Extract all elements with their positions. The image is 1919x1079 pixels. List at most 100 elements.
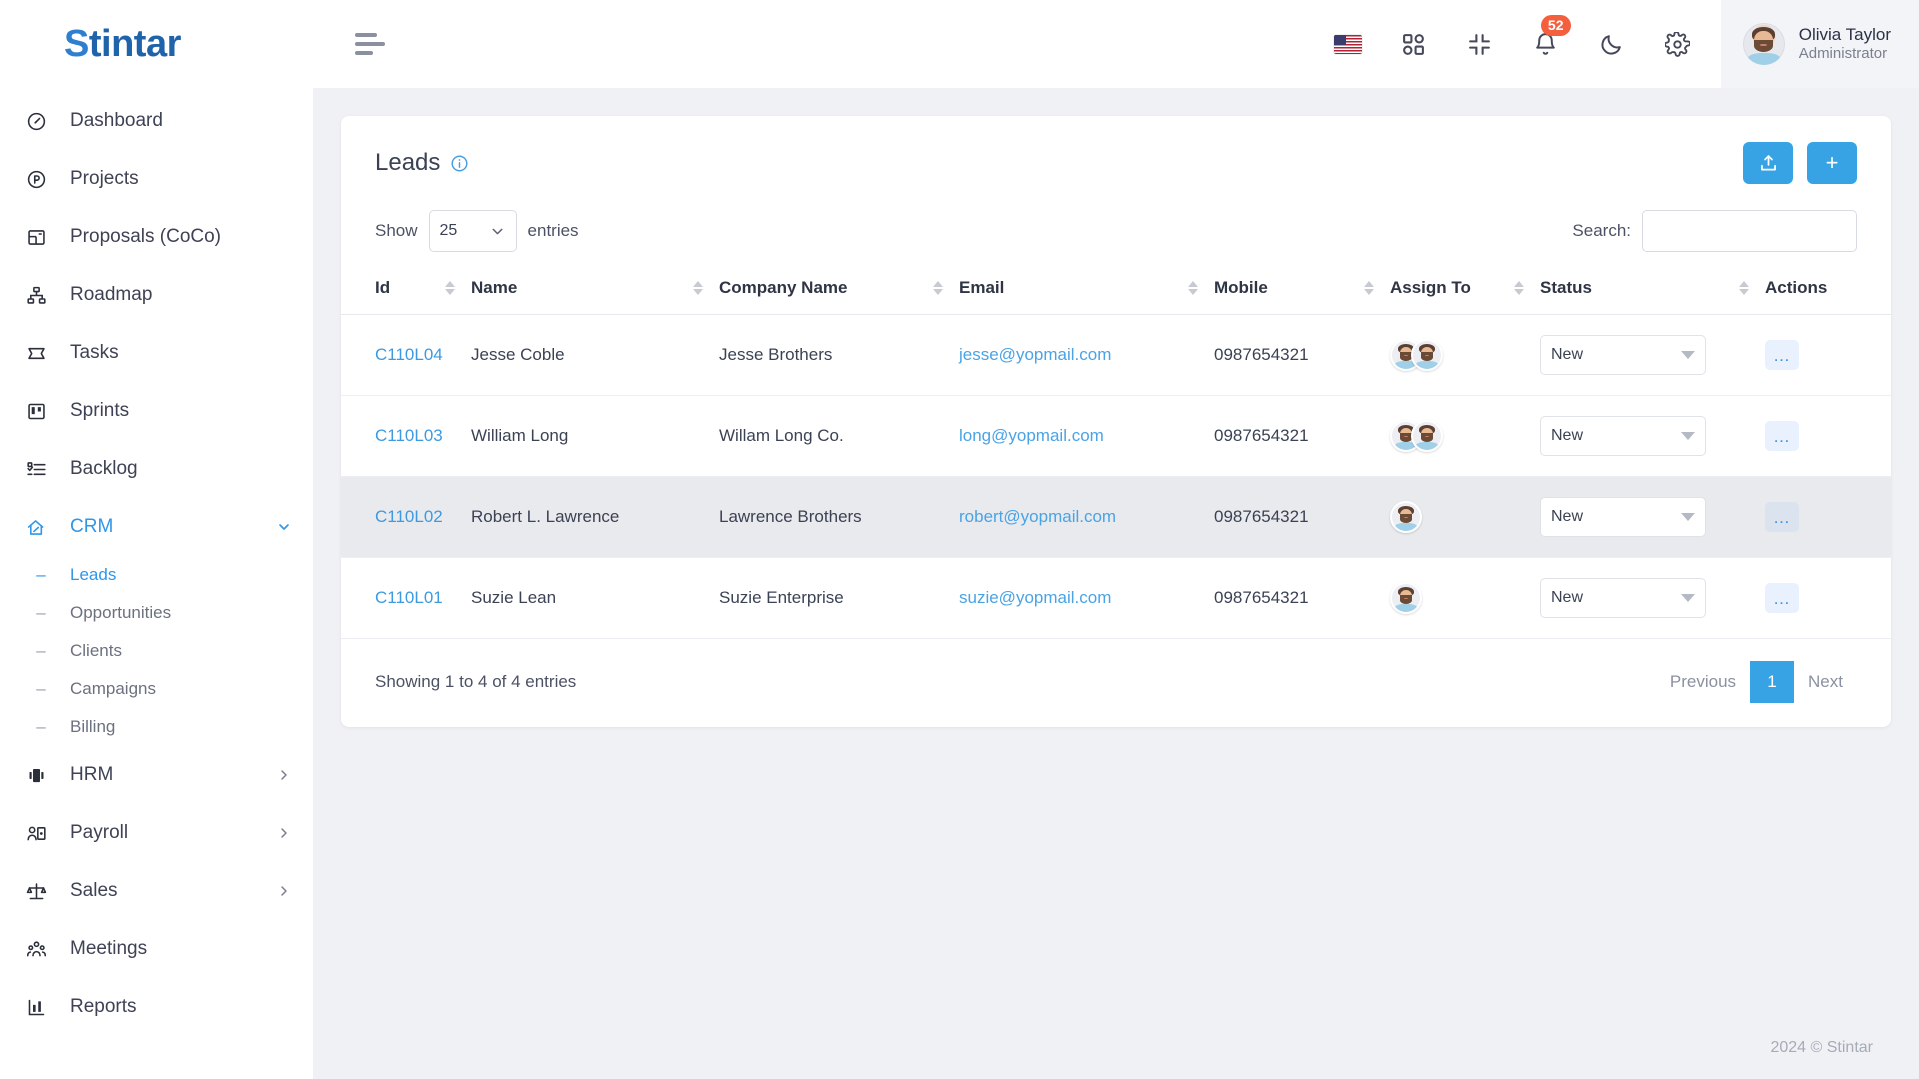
lead-id-link[interactable]: C110L01 — [375, 588, 443, 607]
sidebar-item-sprints[interactable]: Sprints — [0, 382, 313, 440]
search-input[interactable] — [1642, 210, 1857, 252]
sidebar-subitem-clients[interactable]: – Clients — [0, 632, 313, 670]
sidebar-item-hrm[interactable]: HRM — [0, 746, 313, 804]
table-row[interactable]: C110L02 Robert L. Lawrence Lawrence Brot… — [341, 476, 1891, 558]
sidebar-item-meetings[interactable]: Meetings — [0, 920, 313, 978]
hamburger-menu-icon[interactable] — [355, 31, 389, 57]
import-upload-button[interactable] — [1743, 142, 1793, 184]
email-link[interactable]: suzie@yopmail.com — [959, 588, 1111, 607]
top-header-icons: 52 — [1333, 15, 1721, 59]
user-profile-menu[interactable]: Olivia Taylor Administrator — [1720, 0, 1919, 88]
sidebar-subitem-leads[interactable]: – Leads — [0, 556, 313, 594]
dark-mode-moon-icon[interactable] — [1597, 29, 1627, 59]
table-body: C110L04 Jesse Coble Jesse Brothers jesse… — [341, 314, 1891, 639]
lead-id-link[interactable]: C110L04 — [375, 345, 443, 364]
sprints-board-icon — [26, 399, 56, 423]
add-lead-button[interactable]: + — [1807, 142, 1857, 184]
sidebar-item-crm[interactable]: CRM — [0, 498, 313, 556]
chevron-down-icon — [1681, 594, 1695, 602]
sidebar-item-projects[interactable]: Projects — [0, 150, 313, 208]
sort-icon — [933, 281, 943, 295]
email-link[interactable]: long@yopmail.com — [959, 426, 1104, 445]
cell-actions: … — [1765, 395, 1891, 477]
user-name: Olivia Taylor — [1798, 25, 1891, 44]
assignee-avatars[interactable] — [1390, 501, 1540, 533]
cell-assign-to — [1390, 557, 1540, 639]
cell-actions: … — [1765, 314, 1891, 396]
row-actions-button[interactable]: … — [1765, 583, 1799, 613]
column-header-mobile[interactable]: Mobile — [1214, 262, 1390, 315]
us-flag-glyph — [1333, 34, 1362, 54]
status-value: New — [1551, 346, 1584, 363]
sidebar-item-roadmap[interactable]: Roadmap — [0, 266, 313, 324]
row-actions-button[interactable]: … — [1765, 421, 1799, 451]
pagination-next[interactable]: Next — [1794, 661, 1857, 703]
cell-actions: … — [1765, 476, 1891, 558]
lead-id-link[interactable]: C110L03 — [375, 426, 443, 445]
sidebar-subitem-campaigns[interactable]: – Campaigns — [0, 670, 313, 708]
assignee-avatars[interactable] — [1390, 420, 1540, 452]
email-link[interactable]: jesse@yopmail.com — [959, 345, 1111, 364]
sidebar-item-tasks[interactable]: Tasks — [0, 324, 313, 382]
column-header-assign-to[interactable]: Assign To — [1390, 262, 1540, 315]
sidebar-item-sales[interactable]: Sales — [0, 862, 313, 920]
sidebar-item-proposals[interactable]: Proposals (CoCo) — [0, 208, 313, 266]
email-link[interactable]: robert@yopmail.com — [959, 507, 1116, 526]
sidebar-item-payroll[interactable]: Payroll — [0, 804, 313, 862]
column-header-status[interactable]: Status — [1540, 262, 1765, 315]
status-select[interactable]: New — [1540, 497, 1706, 537]
hamburger-line — [355, 33, 377, 37]
entries-selector: Show 25 entries — [375, 210, 579, 252]
notification-bell-icon[interactable]: 52 — [1531, 15, 1571, 59]
sidebar-item-label: Projects — [70, 168, 139, 189]
status-select[interactable]: New — [1540, 335, 1706, 375]
sidebar-item-label: Backlog — [70, 458, 138, 479]
row-actions-button[interactable]: … — [1765, 340, 1799, 370]
table-row[interactable]: C110L04 Jesse Coble Jesse Brothers jesse… — [341, 314, 1891, 396]
language-flag-us-icon[interactable] — [1333, 29, 1363, 59]
top-header: 52 Olivia Taylor Administrator — [313, 0, 1919, 88]
column-label: Actions — [1765, 278, 1828, 297]
copyright-text: 2024 © Stintar — [1770, 1039, 1873, 1056]
sidebar-item-reports[interactable]: Reports — [0, 978, 313, 1036]
dash-icon: – — [36, 679, 46, 698]
assignee-avatars[interactable] — [1390, 582, 1540, 614]
column-header-email[interactable]: Email — [959, 262, 1214, 315]
column-header-id[interactable]: Id — [341, 262, 471, 315]
avatar — [1742, 23, 1785, 65]
sidebar-item-dashboard[interactable]: Dashboard — [0, 92, 313, 150]
row-actions-button[interactable]: … — [1765, 502, 1799, 532]
lead-id-link[interactable]: C110L02 — [375, 507, 443, 526]
card-header: Leads + — [341, 116, 1891, 194]
sidebar-item-label: Reports — [70, 996, 137, 1017]
pagination-previous[interactable]: Previous — [1656, 661, 1750, 703]
avatar-face — [1743, 23, 1785, 65]
brand-logo[interactable]: Stintar — [0, 0, 313, 88]
status-value: New — [1551, 589, 1584, 606]
assignee-avatars[interactable] — [1390, 339, 1540, 371]
backlog-list-icon — [26, 457, 56, 481]
sales-scale-icon — [26, 879, 56, 903]
sidebar-subitem-billing[interactable]: – Billing — [0, 708, 313, 746]
apps-grid-icon[interactable] — [1399, 29, 1429, 59]
column-header-company[interactable]: Company Name — [719, 262, 959, 315]
settings-gear-icon[interactable] — [1663, 29, 1693, 59]
table-row[interactable]: C110L01 Suzie Lean Suzie Enterprise suzi… — [341, 557, 1891, 639]
chevron-right-icon — [269, 883, 299, 899]
chevron-right-icon — [269, 825, 299, 841]
info-icon[interactable] — [450, 154, 469, 173]
table-row[interactable]: C110L03 William Long Willam Long Co. lon… — [341, 395, 1891, 477]
pagination-page-1[interactable]: 1 — [1750, 661, 1795, 703]
column-label: Name — [471, 278, 518, 297]
page-size-select[interactable]: 25 — [428, 210, 517, 252]
table-head: Id Name Company Name Email Mobile Assign… — [341, 262, 1891, 315]
status-select[interactable]: New — [1540, 416, 1706, 456]
page-title: Leads — [375, 149, 469, 177]
fullscreen-exit-icon[interactable] — [1465, 29, 1495, 59]
column-header-name[interactable]: Name — [471, 262, 719, 315]
sidebar-subitem-opportunities[interactable]: – Opportunities — [0, 594, 313, 632]
sidebar-item-backlog[interactable]: Backlog — [0, 440, 313, 498]
cell-status: New — [1540, 476, 1765, 558]
status-select[interactable]: New — [1540, 578, 1706, 618]
column-label: Status — [1540, 278, 1592, 297]
